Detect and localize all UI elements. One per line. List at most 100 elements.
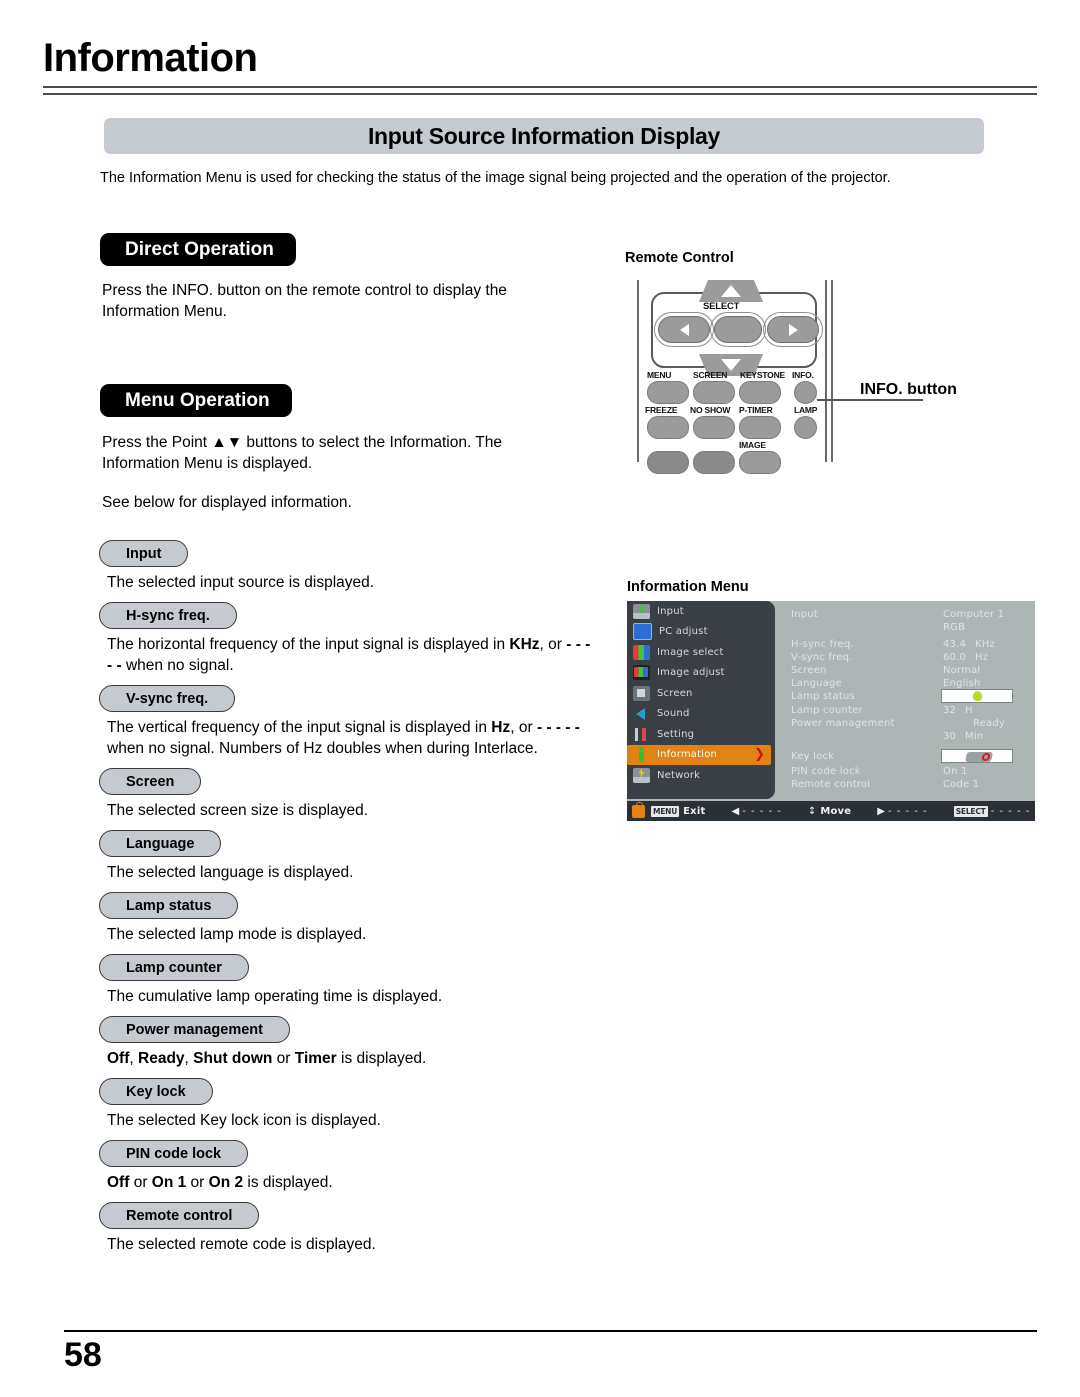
pc-adjust-icon <box>633 623 652 641</box>
network-icon <box>633 767 650 783</box>
list-item: Remote control The selected remote code … <box>99 1202 599 1255</box>
value-vsync-unit: Hz <box>975 652 989 663</box>
keystone-button[interactable] <box>739 381 781 404</box>
value-hsync-unit: KHz <box>975 639 995 650</box>
sidebar-item-label: Image select <box>657 646 724 658</box>
spec-pill-key-lock: Key lock <box>99 1078 213 1105</box>
no-show-button[interactable] <box>693 416 735 439</box>
info-button-label-small: INFO. <box>792 370 814 380</box>
spec-desc-screen: The selected screen size is displayed. <box>107 802 369 819</box>
list-item: V-sync freq. The vertical frequency of t… <box>99 685 599 759</box>
value-input-signal: RGB <box>943 622 966 633</box>
menu-button[interactable] <box>647 381 689 404</box>
value-language: English <box>943 678 981 689</box>
sidebar-item-information[interactable]: Information ❯ <box>627 744 771 765</box>
spec-pill-power-management: Power management <box>99 1016 290 1043</box>
footer-dash-2: - - - - - <box>887 805 928 817</box>
menu-key-badge: MENU <box>651 805 680 817</box>
value-power-management-time: 30 <box>943 731 957 742</box>
remote-control-caption: Remote Control <box>625 250 734 266</box>
spec-desc-hsync: The horizontal frequency of the input si… <box>107 636 591 674</box>
input-icon <box>633 603 650 619</box>
spec-desc-power-management: Off, Ready, Shut down or Timer is displa… <box>107 1050 427 1067</box>
sidebar-item-network[interactable]: Network <box>627 765 775 786</box>
page-number: 58 <box>64 1336 102 1374</box>
callout-leader-line <box>817 399 923 401</box>
value-key-power-management: Power management <box>791 718 895 729</box>
point-left-button[interactable] <box>658 316 710 343</box>
sidebar-item-image-select[interactable]: Image select <box>627 642 775 663</box>
sidebar-item-sound[interactable]: Sound <box>627 704 775 725</box>
lock-icon <box>632 801 645 818</box>
keystone-button-label: KEYSTONE <box>740 370 786 380</box>
information-menu-caption: Information Menu <box>627 579 749 595</box>
value-input: Computer 1 <box>943 609 1005 620</box>
remote-control-illustration: SELECT MENU SCREEN KEYSTONE INFO. FREEZE… <box>637 280 923 474</box>
spec-desc-vsync: The vertical frequency of the input sign… <box>107 719 580 757</box>
information-items-list: Input The selected input source is displ… <box>99 540 599 1264</box>
footer-dash-1: - - - - - <box>742 805 782 817</box>
image-adjust-icon <box>633 665 650 681</box>
menu-sidebar: Input PC adjust Image select Image adjus… <box>627 601 775 799</box>
value-remote-control: Code 1 <box>943 779 980 790</box>
arrow-left-icon: ◀ <box>731 805 740 817</box>
image-select-icon <box>633 644 650 660</box>
section-title: Input Source Information Display <box>367 122 721 149</box>
value-key-lamp-status: Lamp status <box>791 691 855 702</box>
list-item: Screen The selected screen size is displ… <box>99 768 599 821</box>
lamp-button-label: LAMP <box>794 405 818 415</box>
screen-button[interactable] <box>693 381 735 404</box>
spec-pill-vsync: V-sync freq. <box>99 685 236 712</box>
lamp-status-box <box>941 689 1013 703</box>
volume-up-button[interactable] <box>647 451 689 474</box>
arrow-updown-icon: ↕ <box>807 805 817 817</box>
point-right-button[interactable] <box>767 316 819 343</box>
list-item: Lamp counter The cumulative lamp operati… <box>99 954 599 1007</box>
value-vsync: 60.0 <box>943 652 967 663</box>
point-up-button[interactable] <box>699 280 763 302</box>
spec-pill-lamp-status: Lamp status <box>99 892 239 919</box>
freeze-button[interactable] <box>647 416 689 439</box>
spec-desc-lamp-status: The selected lamp mode is displayed. <box>107 926 367 943</box>
value-lamp-counter-unit: H <box>965 705 973 716</box>
menu-values-panel: Input Computer 1 RGB H-sync freq. 43.4 K… <box>779 601 1035 799</box>
sidebar-item-input[interactable]: Input <box>627 601 775 622</box>
page-title: Information <box>43 36 258 80</box>
footer-dash-3: - - - - - <box>990 805 1031 817</box>
exit-label: Exit <box>683 805 706 817</box>
volume-down-button[interactable] <box>693 451 735 474</box>
sidebar-item-setting[interactable]: Setting <box>627 724 775 745</box>
p-timer-button-label: P-TIMER <box>739 405 773 415</box>
spec-desc-key-lock: The selected Key lock icon is displayed. <box>107 1112 381 1129</box>
image-button[interactable] <box>739 451 781 474</box>
sidebar-item-screen[interactable]: Screen <box>627 683 775 704</box>
page-header: Information <box>43 34 1037 82</box>
remote-edge-left <box>637 280 639 462</box>
sidebar-item-pc-adjust[interactable]: PC adjust <box>627 622 775 643</box>
key-lock-box <box>941 749 1013 763</box>
value-key-screen: Screen <box>791 665 827 676</box>
key-lock-icon <box>964 752 994 762</box>
list-item: PIN code lock Off or On 1 or On 2 is dis… <box>99 1140 599 1193</box>
sidebar-item-label: Information <box>657 749 718 761</box>
p-timer-button[interactable] <box>739 416 781 439</box>
spec-desc-input: The selected input source is displayed. <box>107 574 375 591</box>
select-button[interactable] <box>714 316 762 343</box>
value-hsync: 43.4 <box>943 639 967 650</box>
lamp-icon <box>973 691 982 701</box>
remote-edge-right-a <box>825 280 827 462</box>
sidebar-item-image-adjust[interactable]: Image adjust <box>627 663 775 684</box>
value-pin-code-lock: On 1 <box>943 766 968 777</box>
value-power-management: Ready <box>973 718 1006 729</box>
spec-desc-lamp-counter: The cumulative lamp operating time is di… <box>107 988 443 1005</box>
list-item: Lamp status The selected lamp mode is di… <box>99 892 599 945</box>
sidebar-item-label: PC adjust <box>659 626 708 638</box>
info-button[interactable] <box>794 381 817 404</box>
lamp-button[interactable] <box>794 416 817 439</box>
arrow-right-icon: ▶ <box>877 805 885 817</box>
image-button-label: IMAGE <box>739 440 766 450</box>
intro-paragraph: The Information Menu is used for checkin… <box>100 170 891 186</box>
list-item: Power management Off, Ready, Shut down o… <box>99 1016 599 1069</box>
value-lamp-counter: 32 <box>943 705 957 716</box>
list-item: H-sync freq. The horizontal frequency of… <box>99 602 599 676</box>
